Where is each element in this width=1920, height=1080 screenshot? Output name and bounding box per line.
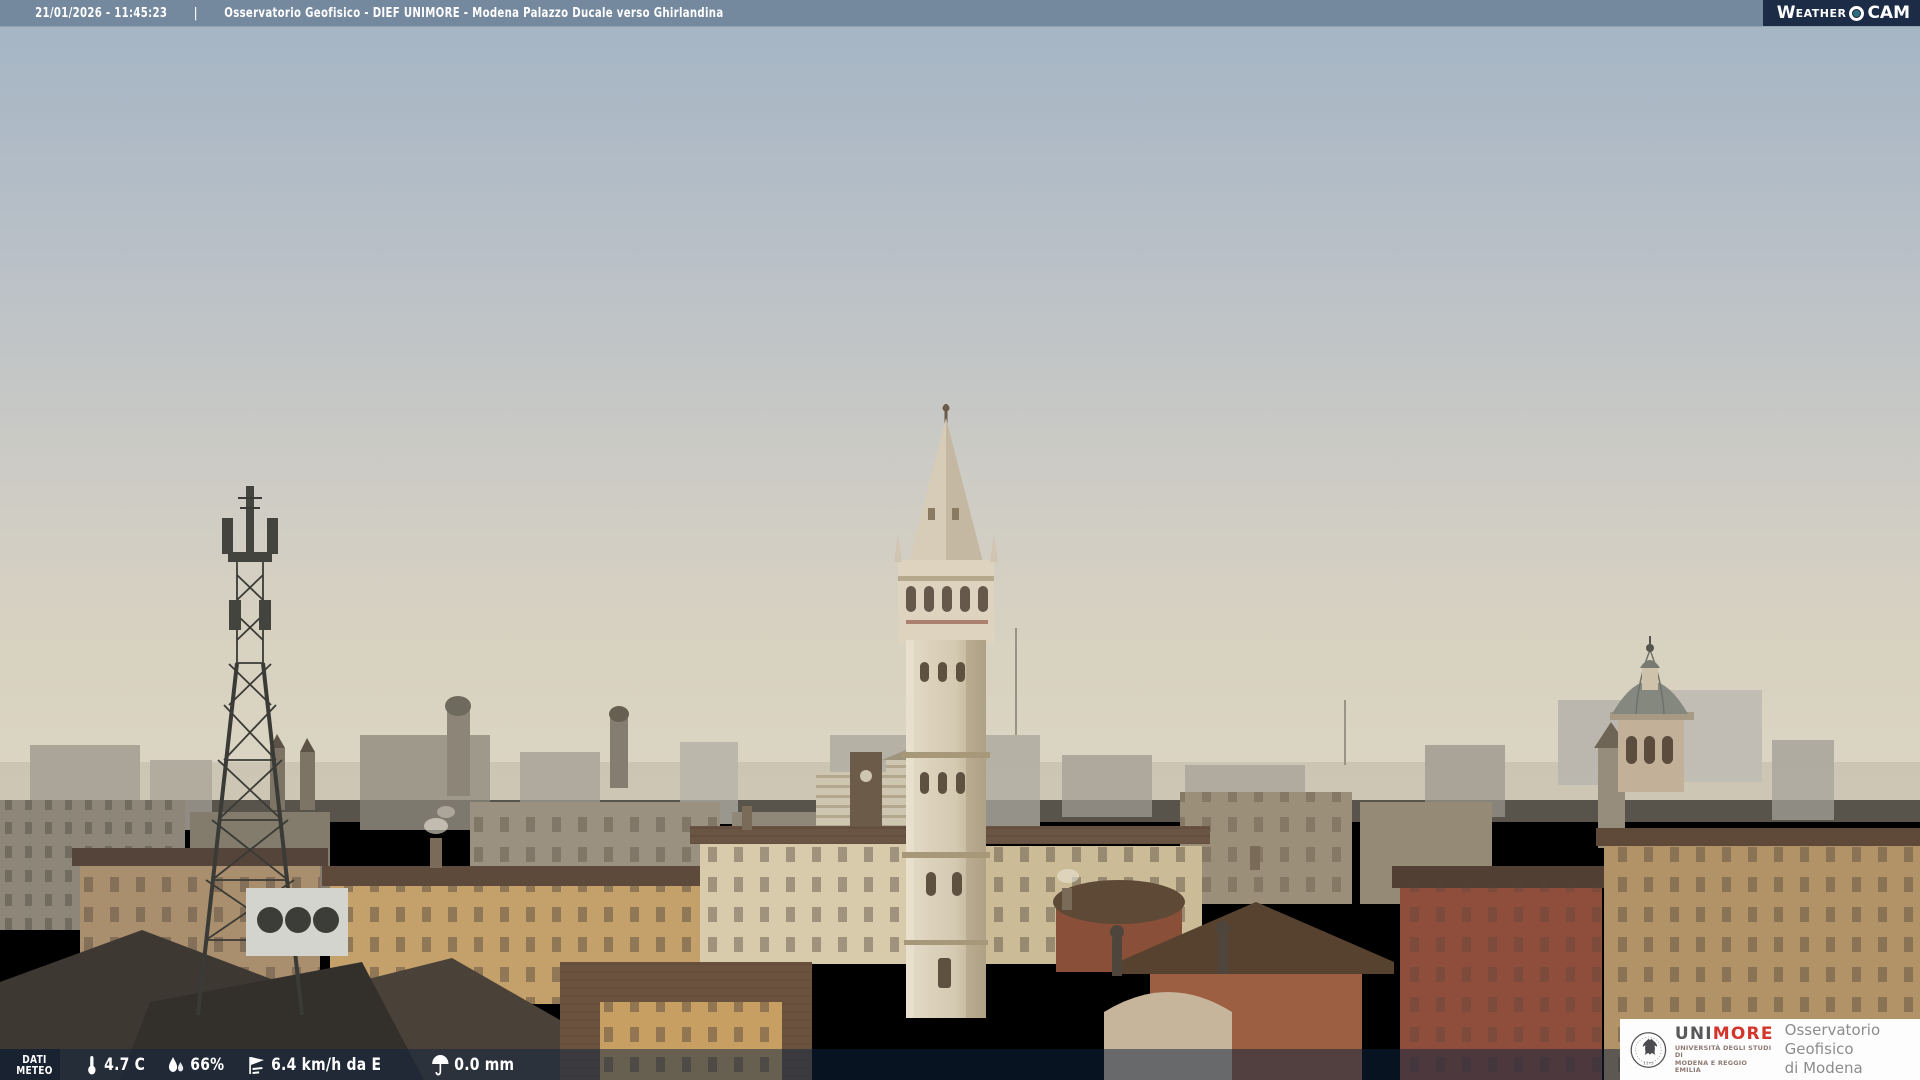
- wind-icon: [248, 1056, 264, 1074]
- header-separator: |: [193, 5, 198, 21]
- header-bar: 21/01/2026 - 11:45:23 | Osservatorio Geo…: [0, 0, 1920, 27]
- observatory-line1: Osservatorio Geofisico: [1784, 1021, 1881, 1058]
- weather-label: EATHER: [1795, 6, 1847, 20]
- wind-value: 6.4 km/h da E: [271, 1054, 382, 1075]
- rain-icon: [432, 1054, 449, 1075]
- temperature-reading: 4.7 C: [84, 1054, 146, 1076]
- humidity-value: 66%: [190, 1054, 225, 1075]
- dati-meteo-label: DATI METEO: [13, 1054, 56, 1076]
- observatory-name: Osservatorio Geofisico di Modena: [1785, 1021, 1920, 1078]
- timestamp: 21/01/2026 - 11:45:23: [35, 5, 168, 21]
- unimore-subtitle2: MODENA E REGGIO EMILIA: [1674, 1058, 1748, 1074]
- precipitation-value: 0.0 mm: [454, 1054, 515, 1075]
- page-title: Osservatorio Geofisico - DIEF UNIMORE - …: [224, 5, 724, 21]
- observatory-line2: di Modena: [1784, 1059, 1863, 1077]
- unimore-wordmark: UNIMORE UNIVERSITÀ DEGLI STUDI DI MODENA…: [1675, 1025, 1774, 1075]
- cam-label-initial: C: [1867, 3, 1880, 23]
- weather-label-initial: W: [1776, 3, 1796, 23]
- precipitation-reading: 0.0 mm: [430, 1054, 514, 1076]
- cam-label: AM: [1879, 3, 1910, 23]
- svg-text:1175: 1175: [1643, 1060, 1654, 1065]
- humidity-icon: [168, 1056, 184, 1072]
- unimore-credit-box: 1175 UNIMORE UNIVERSITÀ DEGLI STUDI DI M…: [1620, 1019, 1920, 1080]
- unimore-uni: UNI: [1674, 1023, 1713, 1044]
- weathercam-watermark: W EATHER C AM: [1762, 0, 1920, 26]
- unimore-seal-icon: 1175: [1630, 1031, 1667, 1068]
- thermometer-icon: [88, 1055, 96, 1074]
- temperature-value: 4.7 C: [104, 1054, 146, 1075]
- dati-line2: METEO: [16, 1063, 53, 1077]
- unimore-more: MORE: [1712, 1023, 1774, 1044]
- unimore-subtitle1: UNIVERSITÀ DEGLI STUDI DI: [1674, 1043, 1772, 1059]
- humidity-reading: 66%: [166, 1054, 224, 1076]
- dati-line1: DATI: [22, 1052, 47, 1066]
- camera-lens-icon: [1849, 5, 1865, 21]
- wind-reading: 6.4 km/h da E: [246, 1054, 382, 1076]
- webcam-viewer: 21/01/2026 - 11:45:23 | Osservatorio Geo…: [0, 0, 1920, 1080]
- webcam-photo: [0, 0, 1920, 1080]
